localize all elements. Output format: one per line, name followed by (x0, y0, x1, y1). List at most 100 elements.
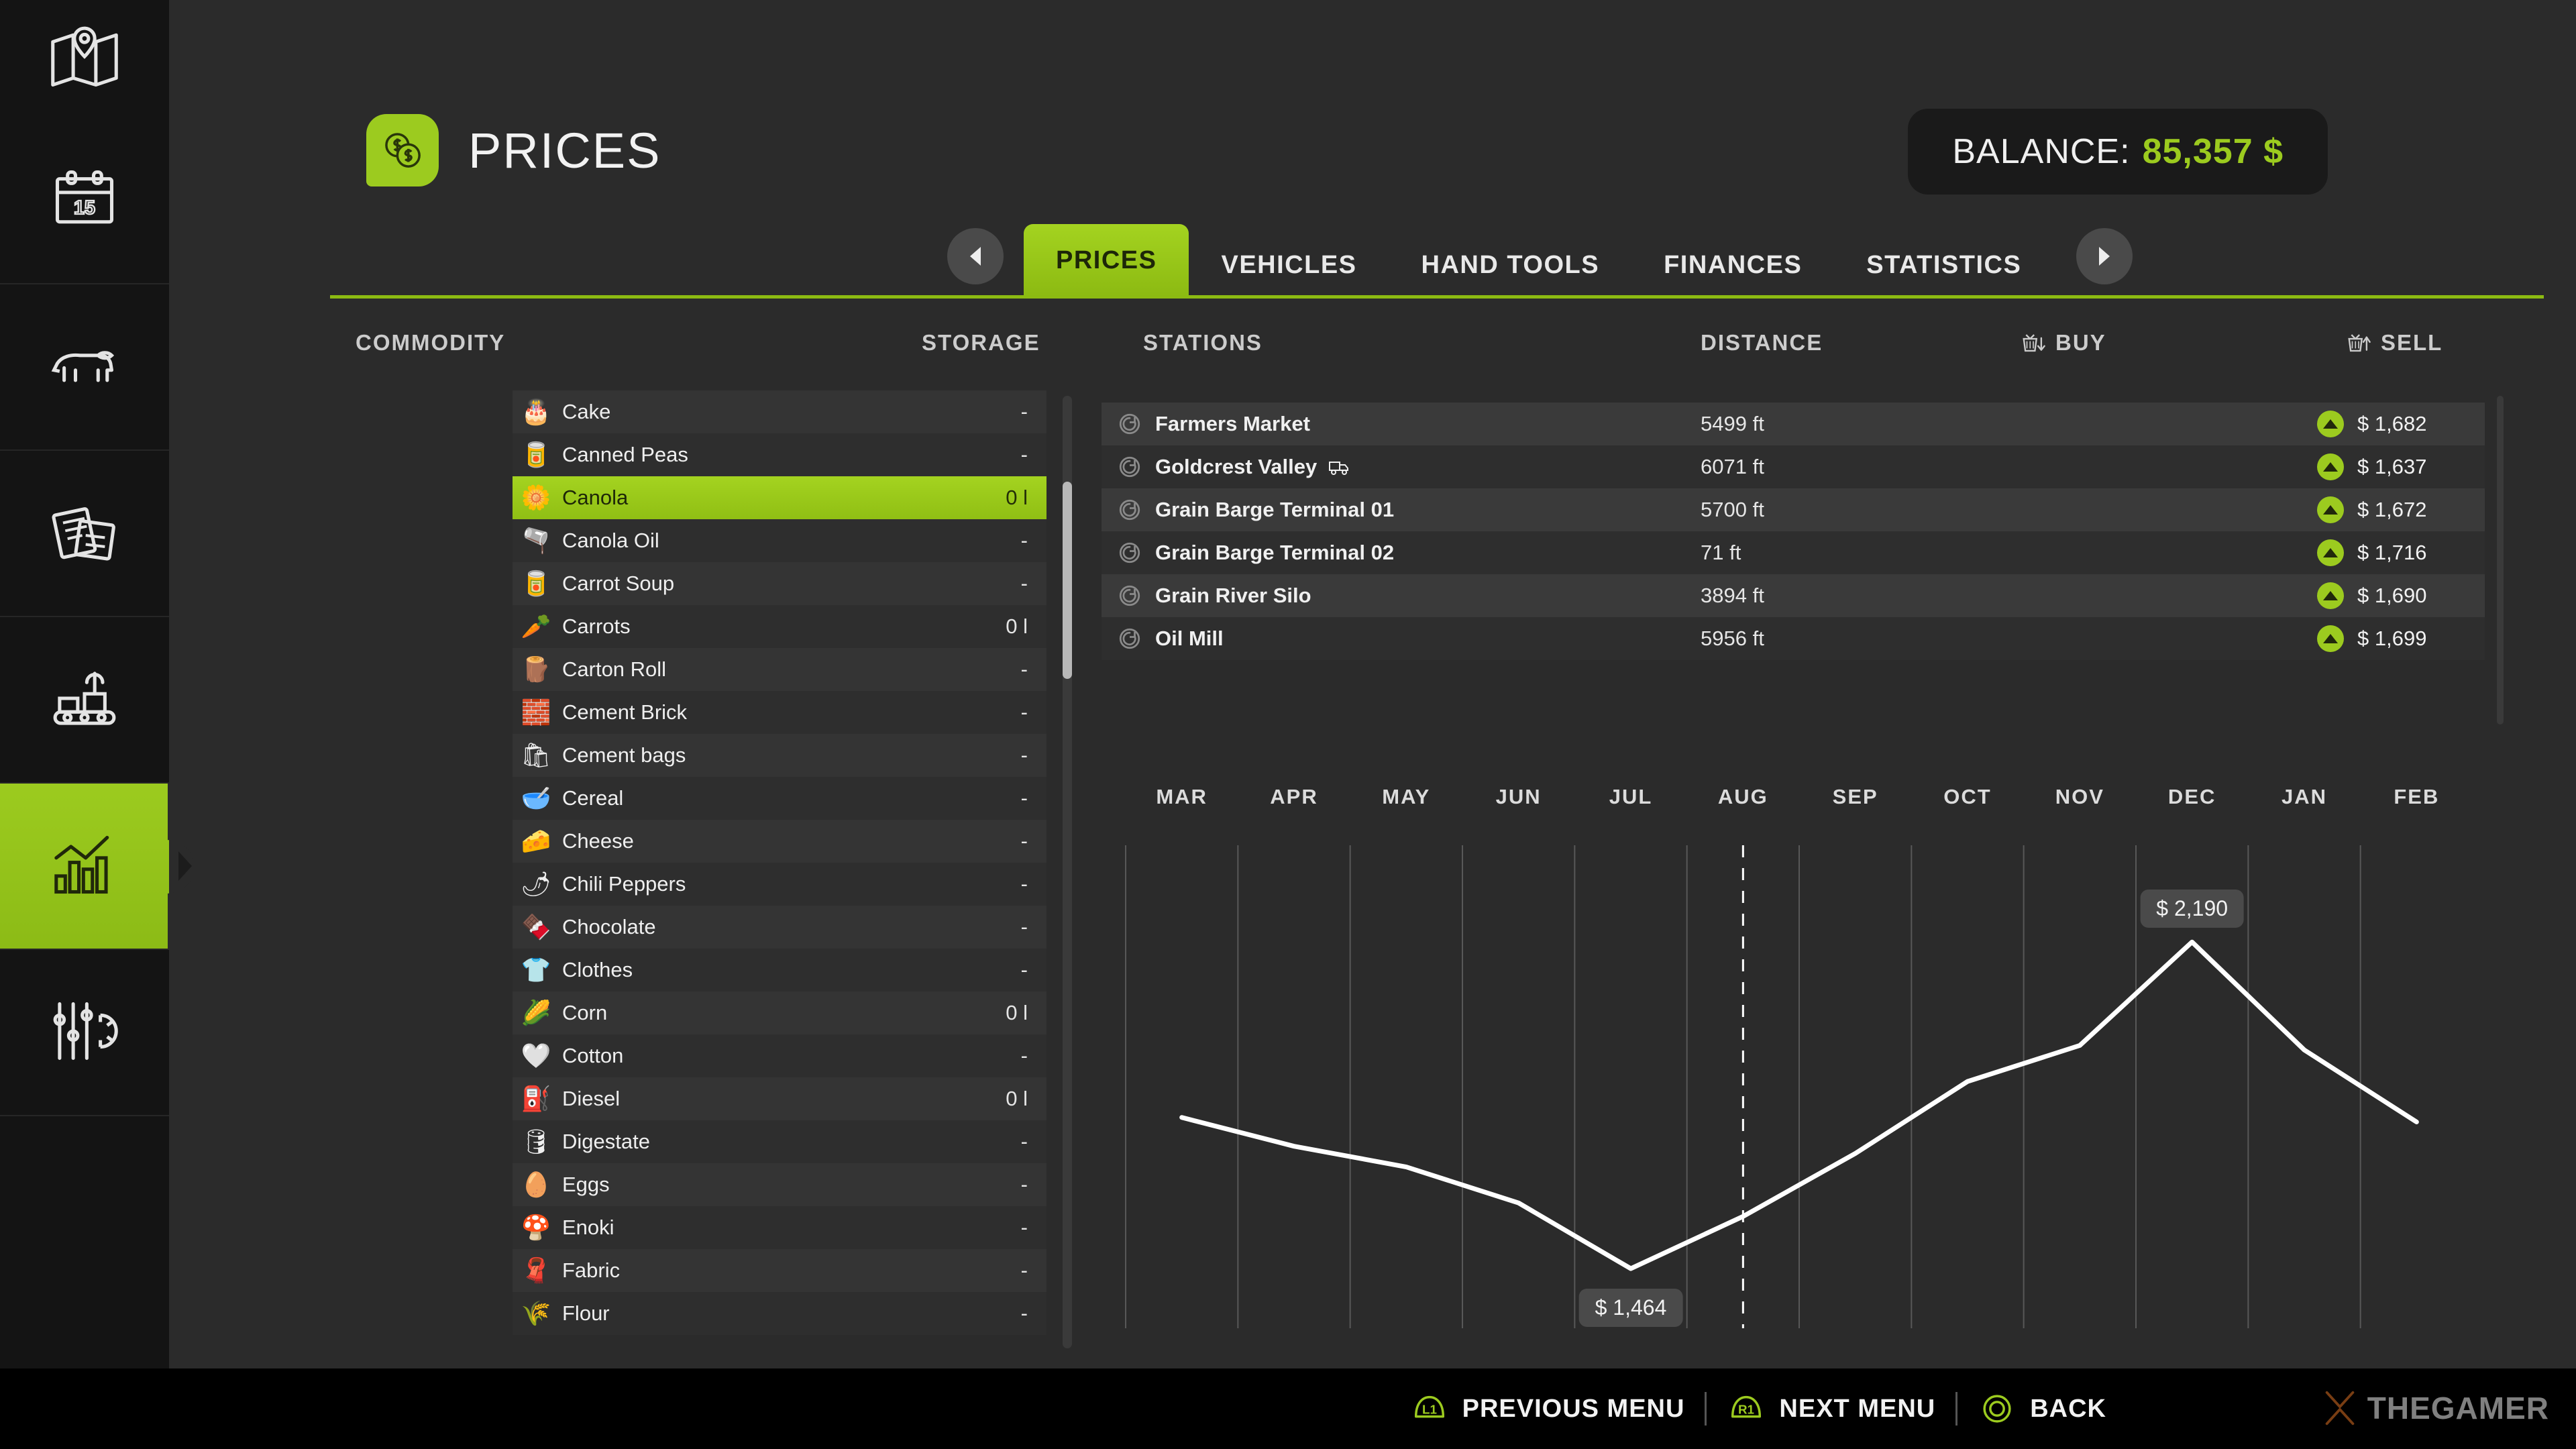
sidebar-item-animals[interactable] (0, 284, 169, 451)
station-row[interactable]: Goldcrest Valley 6071 ft $ 1,637 (1102, 445, 2485, 488)
commodity-icon: 🧀 (521, 827, 551, 855)
commodity-storage: - (1020, 572, 1028, 595)
commodity-row[interactable]: 🌽 Corn 0 l (513, 991, 1046, 1034)
sidebar-item-settings[interactable] (0, 950, 169, 1116)
commodity-row[interactable]: 🌼 Canola 0 l (513, 476, 1046, 519)
commodity-storage: - (1020, 1044, 1028, 1067)
commodity-storage: - (1020, 657, 1028, 681)
balance-value: 85,357 $ (2142, 132, 2284, 171)
commodity-icon: 🍫 (521, 913, 551, 941)
chart-month-label: APR (1270, 785, 1318, 808)
commodity-icon: 🌶 (521, 870, 551, 898)
station-row[interactable]: Farmers Market 5499 ft $ 1,682 (1102, 402, 2485, 445)
tab-prices[interactable]: PRICES (1024, 224, 1189, 297)
chevron-right-icon[interactable] (2076, 228, 2133, 284)
chart-plot-area: $ 2,190 $ 1,464 (1102, 845, 2497, 1328)
commodity-scrollbar-thumb[interactable] (1063, 482, 1072, 679)
station-name-text: Grain Barge Terminal 01 (1155, 498, 1395, 521)
watermark-x-icon (2325, 1391, 2355, 1426)
stations-scrollbar[interactable] (2497, 396, 2504, 724)
sidebar-item-contracts[interactable] (0, 451, 169, 617)
commodity-name: Carrots (562, 614, 631, 638)
tab-finances[interactable]: FINANCES (1631, 233, 1834, 297)
commodity-row[interactable]: 🛢 Digestate - (513, 1120, 1046, 1163)
commodity-row[interactable]: 🌶 Chili Peppers - (513, 863, 1046, 906)
station-name: Grain Barge Terminal 01 (1155, 498, 1394, 522)
commodity-storage: - (1020, 1258, 1028, 1282)
commodity-row[interactable]: 🪵 Carton Roll - (513, 648, 1046, 691)
price-trend-up-icon (2317, 539, 2344, 566)
refresh-icon[interactable] (1116, 453, 1143, 480)
commodity-row[interactable]: ⛽ Diesel 0 l (513, 1077, 1046, 1120)
tab-statistics[interactable]: STATISTICS (1834, 233, 2053, 297)
sidebar-item-calendar[interactable]: 15 (0, 118, 169, 284)
action-next-menu[interactable]: R1 NEXT MENU (1727, 1389, 1935, 1428)
commodity-row[interactable]: 🫗 Canola Oil - (513, 519, 1046, 562)
sidebar-item-map[interactable] (0, 0, 169, 118)
commodity-name: Chocolate (562, 915, 656, 938)
commodity-name: Clothes (562, 958, 633, 981)
conveyor-icon (48, 662, 121, 738)
refresh-icon[interactable] (1116, 411, 1143, 437)
action-next-menu-label: NEXT MENU (1779, 1394, 1936, 1423)
commodity-name: Flour (562, 1301, 610, 1325)
commodity-row[interactable]: 🤍 Cotton - (513, 1034, 1046, 1077)
commodity-name: Diesel (562, 1087, 621, 1110)
commodity-scrollbar[interactable] (1063, 396, 1072, 1348)
price-trend-up-icon (2317, 582, 2344, 609)
commodity-row[interactable]: 🍫 Chocolate - (513, 906, 1046, 949)
commodity-row[interactable]: 🧀 Cheese - (513, 820, 1046, 863)
station-name-text: Goldcrest Valley (1155, 455, 1318, 478)
commodity-row[interactable]: 🥚 Eggs - (513, 1163, 1046, 1206)
station-row[interactable]: Oil Mill 5956 ft $ 1,699 (1102, 617, 2485, 660)
commodity-row[interactable]: 🥣 Cereal - (513, 777, 1046, 820)
column-header-buy: BUY (2055, 330, 2106, 355)
chart-min-price-label: $ 1,464 (1578, 1289, 1683, 1328)
page-container: PRICES BALANCE: 85,357 $ PRICES VEHICLES… (169, 0, 2576, 1449)
commodity-list[interactable]: 🎂 Cake - 🥫 Canned Peas - 🌼 Canola 0 l 🫗 Canola Oil… (513, 390, 1046, 1348)
commodity-storage: - (1020, 1130, 1028, 1153)
sidebar-active-notch (168, 784, 193, 950)
refresh-icon[interactable] (1116, 496, 1143, 523)
commodity-storage: 0 l (1006, 486, 1028, 509)
action-back[interactable]: BACK (1978, 1389, 2106, 1428)
station-distance: 6071 ft (1701, 455, 1764, 478)
chart-month-label: JUL (1609, 785, 1653, 808)
svg-text:L1: L1 (1422, 1402, 1437, 1416)
sidebar-item-production[interactable] (0, 617, 169, 784)
commodity-icon: 🛍 (521, 741, 551, 769)
sidebar-item-statistics[interactable] (0, 784, 193, 950)
refresh-icon[interactable] (1116, 539, 1143, 566)
commodity-row[interactable]: 🛍 Cement bags - (513, 734, 1046, 777)
commodity-icon: 🧣 (521, 1256, 551, 1284)
action-divider (1955, 1392, 1958, 1426)
commodity-row[interactable]: 🎂 Cake - (513, 390, 1046, 433)
tab-underline (330, 295, 2544, 299)
tab-hand-tools[interactable]: HAND TOOLS (1389, 233, 1632, 297)
commodity-icon: 🎂 (521, 398, 551, 425)
tab-vehicles[interactable]: VEHICLES (1189, 233, 1389, 297)
commodity-row[interactable]: 🥫 Carrot Soup - (513, 562, 1046, 605)
action-previous-menu-label: PREVIOUS MENU (1462, 1394, 1685, 1423)
commodity-row[interactable]: 🧣 Fabric - (513, 1249, 1046, 1292)
commodity-row[interactable]: 🌾 Flour - (513, 1292, 1046, 1335)
commodity-row[interactable]: 🥫 Canned Peas - (513, 433, 1046, 476)
action-previous-menu[interactable]: L1 PREVIOUS MENU (1410, 1389, 1685, 1428)
tab-list: PRICES VEHICLES HAND TOOLS FINANCES STAT… (947, 208, 2133, 297)
station-row[interactable]: Grain Barge Terminal 01 5700 ft $ 1,672 (1102, 488, 2485, 531)
station-row[interactable]: Grain Barge Terminal 02 71 ft $ 1,716 (1102, 531, 2485, 574)
commodity-row[interactable]: 👕 Clothes - (513, 949, 1046, 991)
station-row[interactable]: Grain River Silo 3894 ft $ 1,690 (1102, 574, 2485, 617)
commodity-row[interactable]: 🥕 Carrots 0 l (513, 605, 1046, 648)
column-headers: COMMODITY STORAGE STATIONS DISTANCE BUY (169, 330, 2576, 372)
commodity-name: Cement Brick (562, 700, 688, 724)
station-distance: 71 ft (1701, 541, 1741, 564)
commodity-name: Carrot Soup (562, 572, 675, 595)
refresh-icon[interactable] (1116, 625, 1143, 652)
commodity-name: Canola (562, 486, 629, 509)
refresh-icon[interactable] (1116, 582, 1143, 609)
commodity-row[interactable]: 🧱 Cement Brick - (513, 691, 1046, 734)
chart-month-label: DEC (2167, 785, 2216, 808)
chevron-left-icon[interactable] (947, 228, 1004, 284)
commodity-row[interactable]: 🍄 Enoki - (513, 1206, 1046, 1249)
